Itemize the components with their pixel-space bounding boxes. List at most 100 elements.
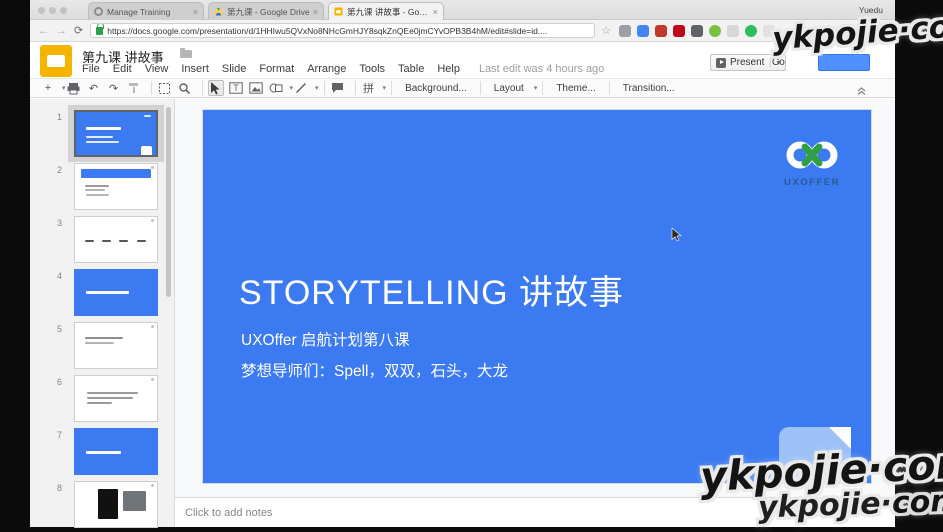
mac-close-button[interactable] bbox=[38, 7, 45, 14]
extension-icon-3[interactable] bbox=[655, 25, 667, 37]
menu-help[interactable]: Help bbox=[437, 63, 460, 75]
thumbnail-canvas[interactable] bbox=[74, 428, 158, 475]
extension-icon-8[interactable] bbox=[745, 25, 757, 37]
filmstrip-scrollbar[interactable] bbox=[166, 107, 171, 297]
slide-number: 4 bbox=[48, 271, 62, 281]
slide-thumbnail-8[interactable]: 8 bbox=[30, 479, 175, 532]
mac-minimize-button[interactable] bbox=[49, 7, 56, 14]
insert-line-button[interactable] bbox=[293, 80, 309, 96]
tab-google-slides-active[interactable]: 第九课 讲故事 - Google Sli × bbox=[328, 2, 444, 20]
slide-thumbnail-3[interactable]: 3 bbox=[30, 214, 175, 267]
insert-image-button[interactable] bbox=[248, 80, 264, 96]
thumbnail-canvas[interactable] bbox=[74, 375, 158, 422]
reload-icon[interactable]: ⟳ bbox=[74, 24, 83, 37]
menu-view[interactable]: View bbox=[145, 63, 169, 75]
toolbar-separator bbox=[542, 81, 543, 95]
mouse-cursor-icon bbox=[671, 228, 682, 242]
bookmark-star-icon[interactable]: ☆ bbox=[601, 24, 611, 37]
slide-subtitle[interactable]: UXOffer 启航计划第八课 bbox=[241, 328, 410, 350]
line-dropdown-icon[interactable]: ▾ bbox=[315, 84, 319, 92]
slide-canvas-area: UXOFFER STORYTELLING 讲故事 UXOffer 启航计划第八课… bbox=[175, 99, 895, 497]
extension-icon-5[interactable] bbox=[691, 25, 703, 37]
slide-number: 5 bbox=[48, 324, 62, 334]
comments-button[interactable]: Co bbox=[772, 57, 785, 68]
input-tools-button[interactable]: 拼 bbox=[361, 80, 377, 96]
thumbnail-canvas[interactable] bbox=[74, 216, 158, 263]
thumbnail-photo bbox=[123, 491, 146, 511]
slide-thumbnail-7[interactable]: 7 bbox=[30, 426, 175, 479]
toolbar-separator bbox=[202, 81, 203, 95]
menu-tools[interactable]: Tools bbox=[359, 63, 385, 75]
thumbnail-text-bar bbox=[87, 397, 133, 399]
paint-format-button[interactable] bbox=[126, 80, 142, 96]
menu-insert[interactable]: Insert bbox=[181, 63, 209, 75]
zoom-button[interactable] bbox=[177, 80, 193, 96]
new-slide-dropdown-icon[interactable]: ▾ bbox=[62, 84, 66, 92]
thumbnail-canvas[interactable] bbox=[74, 269, 158, 316]
mac-zoom-button[interactable] bbox=[60, 7, 67, 14]
thumbnail-canvas[interactable] bbox=[74, 481, 158, 528]
thumbnail-page-dot bbox=[151, 484, 154, 487]
tab-google-drive[interactable]: 第九课 - Google Drive × bbox=[208, 2, 324, 20]
tab-close-icon[interactable]: × bbox=[433, 7, 438, 17]
undo-button[interactable]: ↶ bbox=[86, 80, 102, 96]
thumbnail-text-bar bbox=[87, 402, 112, 404]
google-slides-logo-icon[interactable] bbox=[40, 45, 72, 77]
print-button[interactable] bbox=[66, 80, 82, 96]
tab-manage-training[interactable]: Manage Training × bbox=[88, 2, 204, 20]
slide-thumbnail-2[interactable]: 2 bbox=[30, 161, 175, 214]
theme-button[interactable]: Theme... bbox=[548, 81, 603, 96]
notes-placeholder[interactable]: Click to add notes bbox=[185, 507, 272, 519]
extension-icon-4[interactable] bbox=[673, 25, 685, 37]
slide-thumbnail-5[interactable]: 5 bbox=[30, 320, 175, 373]
slide-thumbnail-4[interactable]: 4 bbox=[30, 267, 175, 320]
extension-icon-7[interactable] bbox=[727, 25, 739, 37]
extension-icon-6[interactable] bbox=[709, 25, 721, 37]
zoom-fit-button[interactable] bbox=[157, 80, 173, 96]
extension-icon-2[interactable] bbox=[637, 25, 649, 37]
redo-button[interactable]: ↷ bbox=[106, 80, 122, 96]
thumbnail-page-dot bbox=[151, 219, 154, 222]
menu-slide[interactable]: Slide bbox=[222, 63, 246, 75]
insert-comment-button[interactable] bbox=[330, 80, 346, 96]
select-tool-button[interactable] bbox=[208, 80, 224, 96]
thumbnail-text-bar bbox=[85, 185, 110, 187]
move-to-folder-icon[interactable] bbox=[180, 50, 192, 58]
tab-close-icon[interactable]: × bbox=[313, 7, 318, 17]
last-edit-status[interactable]: Last edit was 4 hours ago bbox=[479, 63, 604, 75]
thumbnail-canvas[interactable] bbox=[74, 322, 158, 369]
thumbnail-text-bar bbox=[85, 189, 105, 191]
transition-button[interactable]: Transition... bbox=[615, 81, 683, 96]
slide-thumbnail-6[interactable]: 6 bbox=[30, 373, 175, 426]
slide-title[interactable]: STORYTELLING 讲故事 bbox=[239, 265, 624, 314]
menu-format[interactable]: Format bbox=[259, 63, 294, 75]
toolbar-separator bbox=[391, 81, 392, 95]
insert-shape-button[interactable] bbox=[268, 80, 284, 96]
thumbnail-canvas[interactable] bbox=[74, 163, 158, 210]
menu-edit[interactable]: Edit bbox=[113, 63, 132, 75]
layout-dropdown-icon[interactable]: ▾ bbox=[534, 84, 538, 92]
slide-number: 8 bbox=[48, 483, 62, 493]
background-button[interactable]: Background... bbox=[397, 81, 475, 96]
layout-button[interactable]: Layout bbox=[486, 81, 532, 96]
thumbnail-canvas[interactable] bbox=[74, 110, 158, 157]
menu-table[interactable]: Table bbox=[398, 63, 424, 75]
new-slide-button[interactable]: + bbox=[40, 80, 56, 96]
present-play-icon bbox=[716, 58, 726, 68]
share-button[interactable] bbox=[818, 54, 870, 71]
input-tools-dropdown-icon[interactable]: ▾ bbox=[383, 84, 387, 92]
text-box-button[interactable]: T bbox=[228, 80, 244, 96]
back-icon[interactable]: ← bbox=[38, 25, 49, 37]
menu-arrange[interactable]: Arrange bbox=[307, 63, 346, 75]
current-slide[interactable]: UXOFFER STORYTELLING 讲故事 UXOffer 启航计划第八课… bbox=[203, 110, 871, 483]
slide-mentors-line[interactable]: 梦想导师们：Spell，双双，石头，大龙 bbox=[241, 359, 508, 381]
slide-thumbnail-1[interactable]: 1 bbox=[30, 108, 175, 161]
extension-icon-1[interactable] bbox=[619, 25, 631, 37]
tab-title: 第九课 - Google Drive bbox=[227, 6, 310, 18]
url-field[interactable]: https://docs.google.com/presentation/d/1… bbox=[90, 23, 595, 38]
tab-close-icon[interactable]: × bbox=[193, 7, 198, 17]
forward-icon[interactable]: → bbox=[56, 25, 67, 37]
tab-title: Manage Training bbox=[107, 7, 190, 17]
menu-file[interactable]: File bbox=[82, 63, 100, 75]
tab-title: 第九课 讲故事 - Google Sli bbox=[347, 6, 430, 18]
